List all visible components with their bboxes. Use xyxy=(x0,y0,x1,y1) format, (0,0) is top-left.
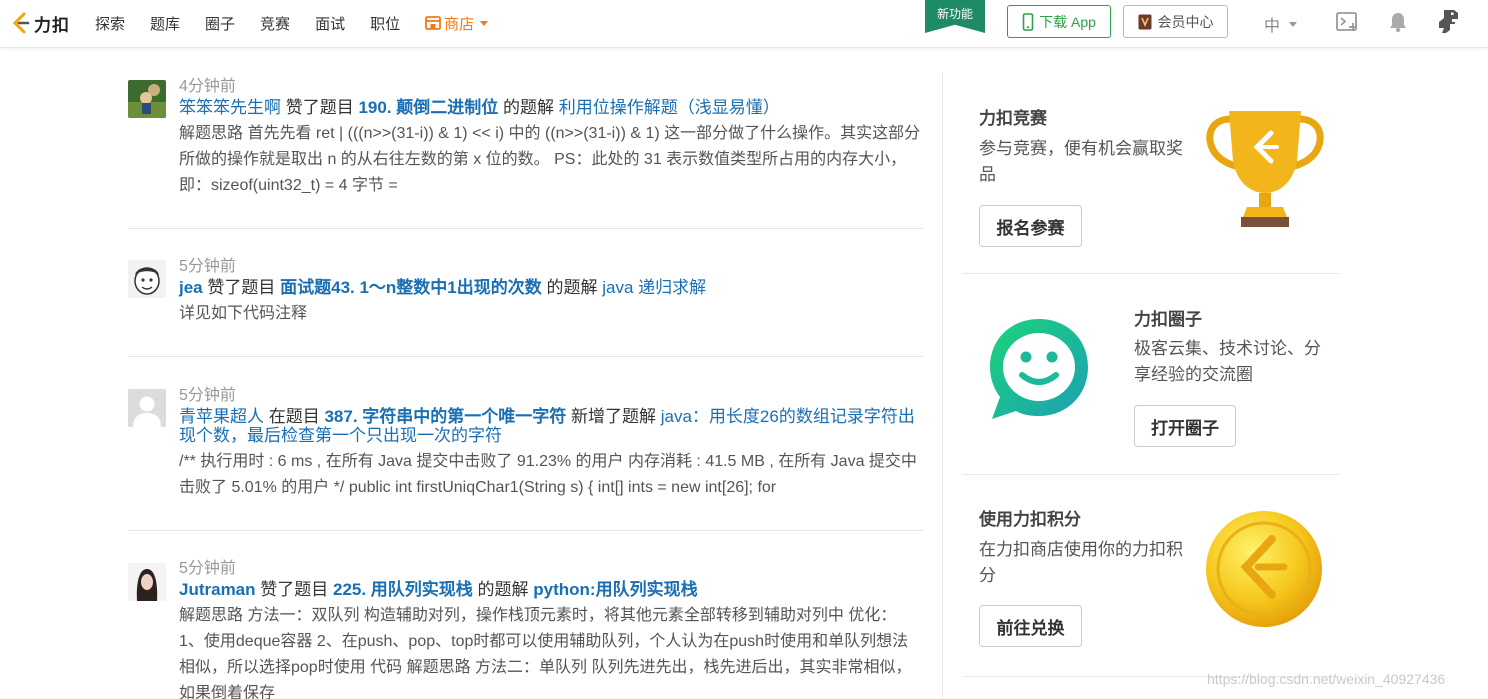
feed-item: 4分钟前 笨笨笨先生啊 赞了题目 190. 颠倒二进制位 的题解 利用位操作解题… xyxy=(128,70,923,229)
mid-text: 的题解 xyxy=(503,98,555,117)
vip-bookmark-icon xyxy=(1138,14,1151,29)
avatar[interactable] xyxy=(128,389,166,427)
nav-shop-label: 商店 xyxy=(444,15,475,33)
timestamp: 5分钟前 xyxy=(179,387,236,404)
activity-feed: 4分钟前 笨笨笨先生啊 赞了题目 190. 颠倒二进制位 的题解 利用位操作解题… xyxy=(128,70,923,699)
action-text: 赞了题目 xyxy=(285,98,354,117)
action-text: 赞了题目 xyxy=(207,278,276,297)
watermark-text: https://blog.csdn.net/weixin_40927436 xyxy=(1207,671,1446,687)
language-selector[interactable]: 中 xyxy=(1264,12,1298,36)
contest-title: 力扣竞赛 xyxy=(979,109,1047,128)
points-title: 使用力扣积分 xyxy=(979,510,1081,529)
problem-link[interactable]: 225. 用队列实现栈 xyxy=(333,580,473,599)
feed-item: 5分钟前 青苹果超人 在题目 387. 字符串中的第一个唯一字符 新增了题解 j… xyxy=(128,357,923,531)
notification-bell-icon[interactable] xyxy=(1388,11,1408,38)
chevron-down-icon xyxy=(1289,21,1298,27)
feed-headline: 青苹果超人 在题目 387. 字符串中的第一个唯一字符 新增了题解 java：用… xyxy=(179,407,923,445)
solution-link[interactable]: java 递归求解 xyxy=(602,278,706,297)
nav-interview[interactable]: 面试 xyxy=(315,13,345,34)
action-text: 赞了题目 xyxy=(260,580,329,599)
top-navbar: 力扣 探索 题库 圈子 竞赛 面试 职位 商店 新功能 下载 App 会员中心 … xyxy=(0,0,1488,48)
download-app-button[interactable]: 下载 App xyxy=(1007,5,1111,38)
nav-problems[interactable]: 题库 xyxy=(150,13,180,34)
vip-center-button[interactable]: 会员中心 xyxy=(1123,5,1228,38)
feed-headline: Jutraman 赞了题目 225. 用队列实现栈 的题解 python:用队列… xyxy=(179,580,923,599)
main-nav: 探索 题库 圈子 竞赛 面试 职位 商店 xyxy=(95,0,513,46)
trophy-icon xyxy=(1206,111,1324,227)
leetcode-logo-icon xyxy=(12,12,30,34)
circle-title: 力扣圈子 xyxy=(1134,310,1202,329)
download-app-label: 下载 App xyxy=(1039,13,1096,30)
feed-item: 5分钟前 jea 赞了题目 面试题43. 1～n整数中1出现的次数 的题解 ja… xyxy=(128,229,923,357)
logo-text: 力扣 xyxy=(34,15,70,35)
solution-link[interactable]: 利用位操作解题（浅显易懂） xyxy=(559,98,780,117)
chevron-down-icon xyxy=(480,20,489,26)
feed-item: 5分钟前 Jutraman 赞了题目 225. 用队列实现栈 的题解 pytho… xyxy=(128,531,923,699)
feed-headline: 笨笨笨先生啊 赞了题目 190. 颠倒二进制位 的题解 利用位操作解题（浅显易懂… xyxy=(179,98,923,117)
points-card: 使用力扣积分 在力扣商店使用你的力扣积分 前往兑换 xyxy=(962,475,1340,677)
avatar[interactable] xyxy=(128,260,166,298)
problem-link[interactable]: 面试题43. 1～n整数中1出现的次数 xyxy=(280,278,542,297)
feed-headline: jea 赞了题目 面试题43. 1～n整数中1出现的次数 的题解 java 递归… xyxy=(179,278,923,297)
solution-summary: 解题思路 首先先看 ret | (((n>>(31-i)) & 1) << i)… xyxy=(179,125,921,194)
playground-icon[interactable] xyxy=(1336,11,1360,38)
mid-text: 的题解 xyxy=(546,278,598,297)
user-link[interactable]: 青苹果超人 xyxy=(179,407,264,426)
timestamp: 5分钟前 xyxy=(179,560,236,577)
chat-smile-icon xyxy=(990,319,1088,419)
nav-circle[interactable]: 圈子 xyxy=(205,13,235,34)
redeem-points-button[interactable]: 前往兑换 xyxy=(979,605,1082,647)
circle-card: 力扣圈子 极客云集、技术讨论、分享经验的交流圈 打开圈子 xyxy=(962,274,1340,475)
solution-summary: 解题思路 方法一：双队列 构造辅助对列，操作栈顶元素时，将其他元素全部转移到辅助… xyxy=(179,607,912,699)
vip-center-label: 会员中心 xyxy=(1157,13,1214,30)
user-avatar[interactable] xyxy=(1436,8,1460,39)
phone-icon xyxy=(1022,12,1034,31)
points-desc: 在力扣商店使用你的力扣积分 xyxy=(979,540,1183,585)
register-contest-button[interactable]: 报名参赛 xyxy=(979,205,1082,247)
circle-desc: 极客云集、技术讨论、分享经验的交流圈 xyxy=(1134,339,1321,384)
column-divider xyxy=(942,72,943,699)
avatar[interactable] xyxy=(128,80,166,118)
timestamp: 4分钟前 xyxy=(179,78,236,95)
contest-desc: 参与竞赛，便有机会赢取奖品 xyxy=(979,139,1183,184)
user-link[interactable]: 笨笨笨先生啊 xyxy=(179,98,281,117)
problem-link[interactable]: 387. 字符串中的第一个唯一字符 xyxy=(324,407,566,426)
user-link[interactable]: jea xyxy=(179,278,203,297)
nav-jobs[interactable]: 职位 xyxy=(370,13,400,34)
new-feature-badge[interactable]: 新功能 xyxy=(925,0,985,33)
store-icon xyxy=(425,16,441,30)
solution-summary: /** 执行用时 : 6 ms , 在所有 Java 提交中击败了 91.23%… xyxy=(179,453,917,496)
open-circle-button[interactable]: 打开圈子 xyxy=(1134,405,1236,447)
problem-link[interactable]: 190. 颠倒二进制位 xyxy=(358,98,498,117)
mid-text: 的题解 xyxy=(477,580,529,599)
logo[interactable]: 力扣 xyxy=(10,10,70,36)
contest-card: 力扣竞赛 参与竞赛，便有机会赢取奖品 报名参赛 xyxy=(962,72,1340,274)
action-text: 在题目 xyxy=(268,407,320,426)
coin-icon xyxy=(1206,511,1322,627)
solution-link[interactable]: python:用队列实现栈 xyxy=(533,580,697,599)
user-link[interactable]: Jutraman xyxy=(179,580,256,599)
nav-shop[interactable]: 商店 xyxy=(425,13,489,34)
avatar[interactable] xyxy=(128,563,166,601)
mid-text: 新增了题解 xyxy=(571,407,657,426)
nav-explore[interactable]: 探索 xyxy=(95,13,125,34)
timestamp: 5分钟前 xyxy=(179,258,236,275)
solution-summary: 详见如下代码注释 xyxy=(179,305,308,322)
language-label: 中 xyxy=(1264,18,1281,35)
nav-contest[interactable]: 竞赛 xyxy=(260,13,290,34)
